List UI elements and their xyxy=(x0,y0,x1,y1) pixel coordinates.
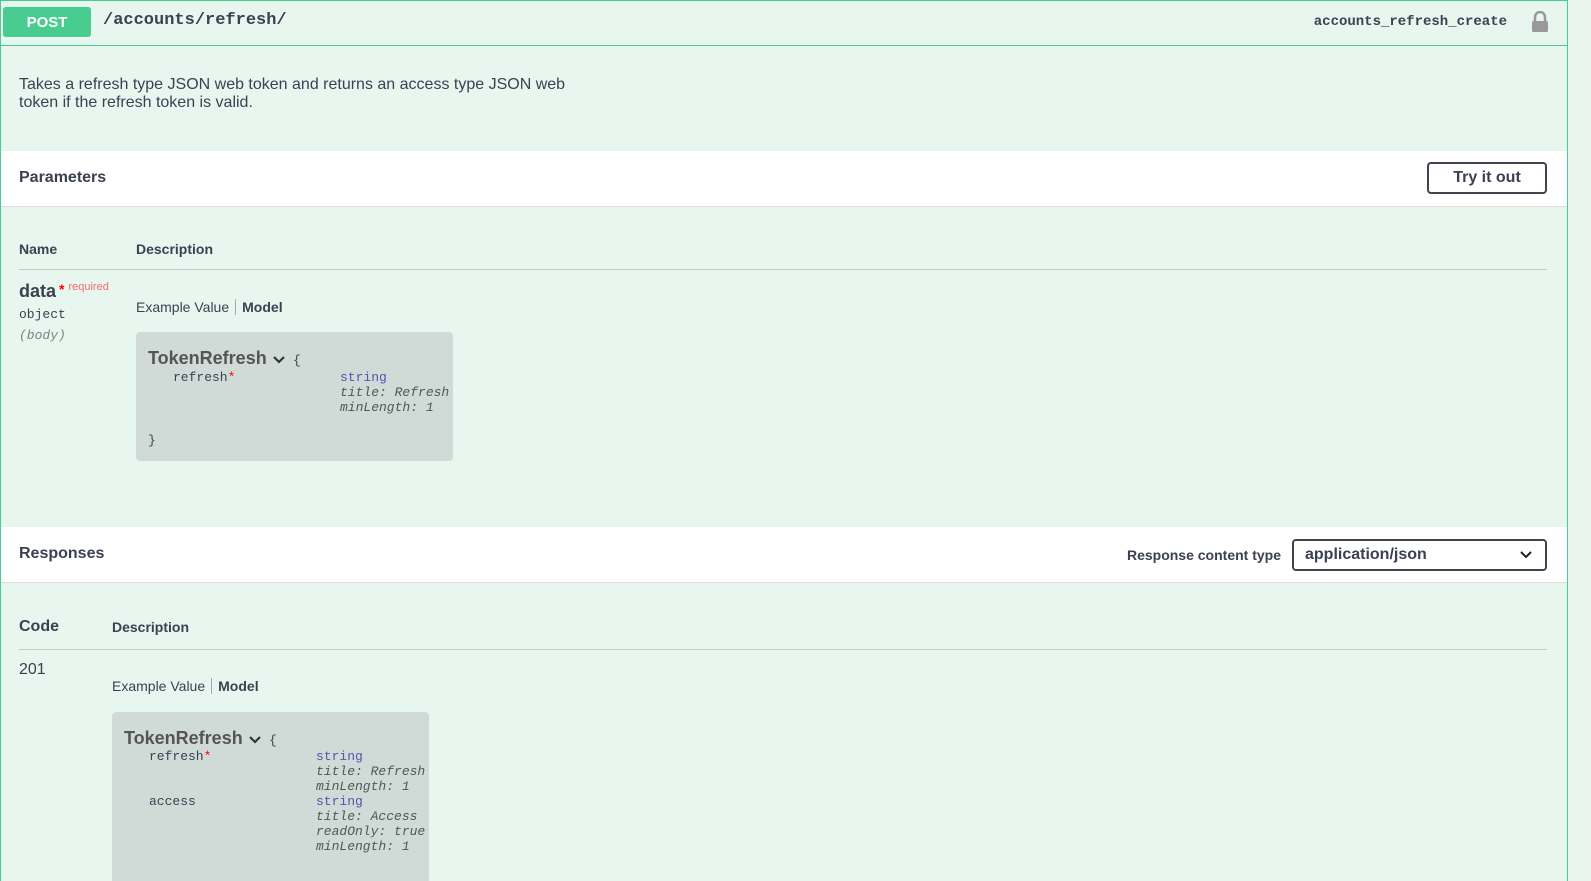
prop-type: string xyxy=(316,794,363,809)
content-type-label: Response content type xyxy=(1126,547,1281,563)
prop-name-text: refresh xyxy=(173,370,228,385)
lock-icon[interactable] xyxy=(1531,11,1549,33)
prop-meta: title: Access xyxy=(316,809,418,824)
content-type-select[interactable]: application/json xyxy=(1292,539,1547,571)
response-model-box: TokenRefresh { refresh* string title: Re… xyxy=(112,712,429,881)
tab-model[interactable]: Model xyxy=(212,678,258,694)
tab-model[interactable]: Model xyxy=(236,299,282,315)
content-type-value: application/json xyxy=(1305,546,1427,563)
required-star: * xyxy=(59,281,65,297)
prop-type: string xyxy=(340,370,387,385)
close-brace: } xyxy=(148,433,156,448)
col-code-header: Code xyxy=(19,618,59,635)
col-description-header: Description xyxy=(136,241,214,257)
prop-meta: title: Refresh xyxy=(340,385,450,400)
prop-name: access xyxy=(149,794,196,809)
try-it-out-button[interactable]: Try it out xyxy=(1427,162,1547,194)
prop-name: refresh* xyxy=(173,370,235,385)
response-code: 201 xyxy=(19,661,46,678)
param-model-box: TokenRefresh { refresh* string title: Re… xyxy=(136,332,453,461)
model-title[interactable]: TokenRefresh xyxy=(124,728,243,749)
model-title[interactable]: TokenRefresh xyxy=(148,348,267,369)
prop-meta: minLength: 1 xyxy=(340,400,434,415)
parameters-title: Parameters xyxy=(19,169,107,186)
col-description-header: Description xyxy=(112,619,190,635)
prop-meta: minLength: 1 xyxy=(316,839,410,854)
prop-name: refresh* xyxy=(149,749,211,764)
operation-block: POST /accounts/refresh/ accounts_refresh… xyxy=(0,0,1568,881)
chevron-down-icon[interactable] xyxy=(272,355,286,365)
tab-example-value[interactable]: Example Value xyxy=(136,299,237,315)
param-in: (body) xyxy=(19,328,66,343)
tab-example-value[interactable]: Example Value xyxy=(112,678,213,694)
param-type: object xyxy=(19,307,66,322)
parameters-header: Parameters Try it out xyxy=(1,151,1567,207)
col-name-header: Name xyxy=(19,241,58,257)
prop-required-star: * xyxy=(227,370,236,385)
chevron-down-icon[interactable] xyxy=(248,735,262,745)
divider xyxy=(19,269,1547,270)
prop-meta: title: Refresh xyxy=(316,764,426,779)
prop-name-text: access xyxy=(149,794,196,809)
operation-id: accounts_refresh_create xyxy=(1313,14,1507,30)
responses-title: Responses xyxy=(19,545,105,562)
http-method-badge: POST xyxy=(3,7,91,37)
prop-required-star: * xyxy=(203,749,212,764)
param-model-tabs: Example Value Model xyxy=(136,299,283,315)
responses-header: Responses Response content type applicat… xyxy=(1,527,1567,583)
operation-summary[interactable]: POST /accounts/refresh/ accounts_refresh… xyxy=(1,1,1567,46)
param-name-text: data xyxy=(19,281,57,301)
open-brace: { xyxy=(269,733,277,748)
divider xyxy=(19,649,1547,650)
prop-name-text: refresh xyxy=(149,749,204,764)
open-brace: { xyxy=(293,353,301,368)
prop-meta: readOnly: true xyxy=(316,824,426,839)
endpoint-path: /accounts/refresh/ xyxy=(103,11,287,30)
param-name: data * required xyxy=(19,281,109,302)
prop-type: string xyxy=(316,749,363,764)
prop-meta: minLength: 1 xyxy=(316,779,410,794)
response-model-tabs: Example Value Model xyxy=(112,678,259,694)
chevron-down-icon xyxy=(1520,551,1532,559)
required-label: required xyxy=(68,281,109,293)
endpoint-description: Takes a refresh type JSON web token and … xyxy=(19,76,566,111)
